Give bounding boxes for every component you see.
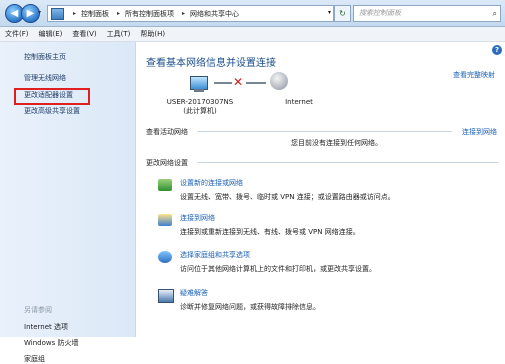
address-dropdown-icon[interactable]: ▾ <box>328 9 331 16</box>
task-homegroup-desc: 访问位于其他网络计算机上的文件和打印机，或更改共享设置。 <box>180 265 376 273</box>
help-icon: ? <box>494 46 500 54</box>
menu-edit[interactable]: 编辑(E) <box>34 29 68 39</box>
computer-node: USER-20170307NS (此计算机) <box>156 98 244 116</box>
sidebar-item-adapter-settings[interactable]: 更改适配器设置 <box>24 90 73 100</box>
menu-view[interactable]: 查看(V) <box>67 29 101 39</box>
computer-stand <box>194 89 204 92</box>
see-also-header: 另请参阅 <box>24 306 52 314</box>
internet-node: Internet <box>279 98 319 106</box>
control-panel-icon <box>51 7 64 20</box>
back-icon: ◀ <box>10 8 19 19</box>
task-new-connection-desc: 设置无线、宽带、拨号、临时或 VPN 连接；或设置路由器或访问点。 <box>180 193 395 201</box>
disconnected-x-icon: ✕ <box>233 75 244 89</box>
task-connect-link[interactable]: 连接到网络 <box>180 213 215 223</box>
breadcrumb-control-panel[interactable]: 控制面板 <box>81 9 109 19</box>
homegroup-icon <box>158 251 172 263</box>
change-settings-heading: 更改网络设置 <box>146 159 188 167</box>
sidebar-item-advanced-sharing[interactable]: 更改高级共享设置 <box>24 106 80 116</box>
refresh-button[interactable]: ↻ <box>334 5 351 22</box>
menu-bar: 文件(F) 编辑(E) 查看(V) 工具(T) 帮助(H) <box>0 27 505 42</box>
task-troubleshoot-desc: 诊断并修复网络问题，或获得故障排除信息。 <box>180 303 320 311</box>
computer-sub: (此计算机) <box>183 107 217 115</box>
sidebar-item-home[interactable]: 控制面板主页 <box>24 52 66 62</box>
sidebar: 控制面板主页 管理无线网络 更改适配器设置 更改高级共享设置 另请参阅 Inte… <box>0 42 136 363</box>
breadcrumb-separator[interactable]: ▸ <box>73 10 76 17</box>
menu-file[interactable]: 文件(F) <box>0 29 34 39</box>
section-divider <box>198 162 498 163</box>
breadcrumb-all-items[interactable]: 所有控制面板项 <box>125 9 174 19</box>
connection-line <box>246 82 266 84</box>
see-also-windows-firewall[interactable]: Windows 防火墙 <box>24 338 78 348</box>
breadcrumb-separator[interactable]: ▸ <box>182 10 185 17</box>
connect-network-icon <box>158 214 172 226</box>
computer-icon <box>190 76 208 90</box>
not-connected-text: 您目前没有连接到任何网络。 <box>291 139 382 147</box>
search-input[interactable]: 搜索控制面板 ⌕ <box>353 5 501 22</box>
sidebar-item-wireless[interactable]: 管理无线网络 <box>24 73 66 83</box>
search-icon[interactable]: ⌕ <box>488 6 497 21</box>
active-networks-heading: 查看活动网络 <box>146 128 188 136</box>
navigation-bar: ◀ ▶ ▾ ▸ 控制面板 ▸ 所有控制面板项 ▸ 网络和共享中心 ▾ ↻ 搜索控… <box>0 0 505 27</box>
section-divider <box>198 131 452 132</box>
internet-globe-icon <box>270 72 288 90</box>
task-troubleshoot-link[interactable]: 疑难解答 <box>180 288 208 298</box>
main-content: ? 查看基本网络信息并设置连接 查看完整映射 ✕ USER-20170307NS… <box>136 42 505 337</box>
menu-help[interactable]: 帮助(H) <box>135 29 170 39</box>
refresh-icon: ↻ <box>339 9 346 18</box>
page-title: 查看基本网络信息并设置连接 <box>146 58 276 69</box>
task-connect-desc: 连接到或重新连接到无线、有线、拨号或 VPN 网络连接。 <box>180 228 360 236</box>
forward-icon: ▶ <box>26 8 35 19</box>
menu-tools[interactable]: 工具(T) <box>102 29 136 39</box>
see-also-internet-options[interactable]: Internet 选项 <box>24 322 68 332</box>
task-new-connection-link[interactable]: 设置新的连接或网络 <box>180 178 243 188</box>
computer-name: USER-20170307NS <box>166 98 234 106</box>
breadcrumb-separator[interactable]: ▸ <box>117 10 120 17</box>
connection-line <box>214 82 232 84</box>
help-button[interactable]: ? <box>492 45 502 55</box>
recent-pages-dropdown-icon[interactable]: ▾ <box>38 9 41 16</box>
troubleshoot-icon <box>158 289 174 303</box>
see-also-homegroup[interactable]: 家庭组 <box>24 354 45 364</box>
search-placeholder: 搜索控制面板 <box>359 9 401 17</box>
address-bar[interactable]: ▸ 控制面板 ▸ 所有控制面板项 ▸ 网络和共享中心 ▾ <box>47 5 334 22</box>
task-homegroup-link[interactable]: 选择家庭组和共享选项 <box>180 250 250 260</box>
connect-to-network-link[interactable]: 连接到网络 <box>462 127 497 137</box>
internet-label: Internet <box>285 98 313 106</box>
new-connection-icon <box>158 179 172 191</box>
full-map-link[interactable]: 查看完整映射 <box>453 70 495 80</box>
breadcrumb-network-center[interactable]: 网络和共享中心 <box>190 9 239 19</box>
